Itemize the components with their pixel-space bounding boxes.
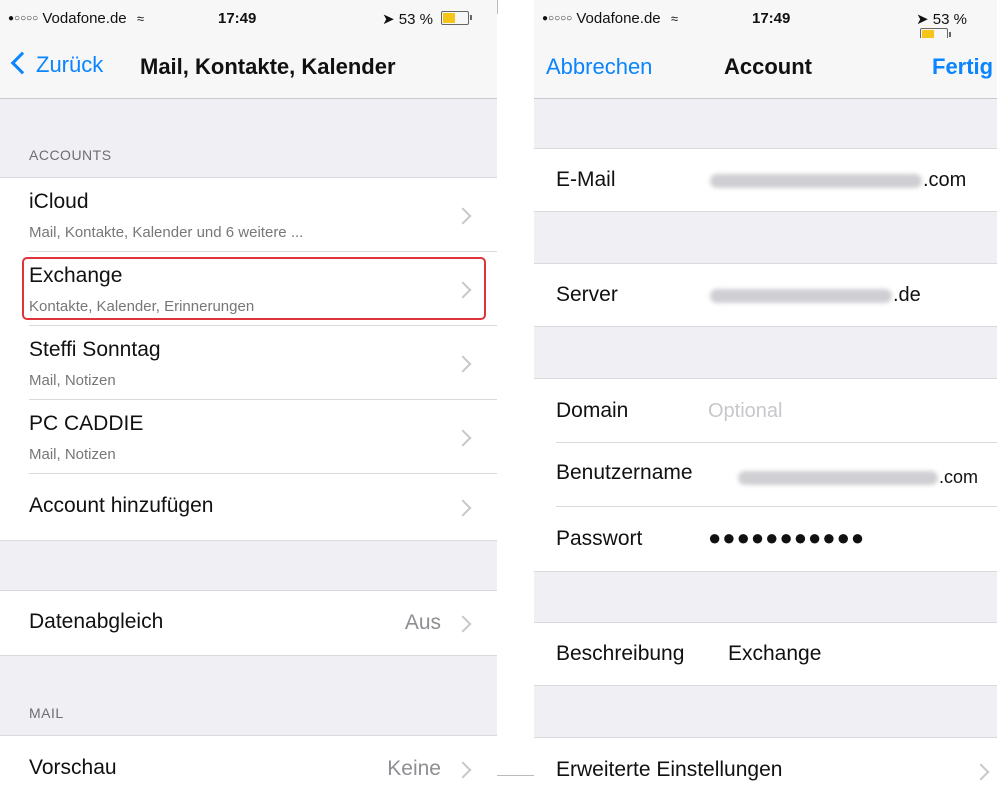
location-icon: ➤: [382, 11, 395, 28]
server-label: Server: [556, 283, 618, 306]
status-time: 17:49: [218, 10, 257, 27]
description-group: Beschreibung Exchange: [534, 622, 997, 686]
nav-bar: Zurück Mail, Kontakte, Kalender: [0, 38, 497, 99]
password-field: ●●●●●●●●●●●: [708, 525, 866, 550]
chevron-right-icon: [454, 355, 472, 373]
signal-icon: ●○○○○: [542, 13, 573, 24]
password-row[interactable]: Passwort ●●●●●●●●●●●: [534, 507, 997, 571]
description-label: Beschreibung: [556, 642, 685, 665]
account-screen: ●○○○○ Vodafone.de ≈ 17:49 ➤ 53 % Abbrech…: [534, 0, 997, 796]
fetch-label: Datenabgleich: [29, 610, 164, 633]
advanced-settings-label: Erweiterte Einstellungen: [556, 758, 783, 781]
account-title: PC CADDIE: [29, 412, 144, 435]
email-value-redacted: [710, 174, 922, 188]
battery-status: ➤ 53 %: [382, 10, 473, 28]
preview-value: Keine: [387, 757, 441, 780]
preview-row[interactable]: Vorschau Keine: [0, 736, 497, 796]
page-title: Account: [724, 54, 812, 79]
advanced-settings-row[interactable]: Erweiterte Einstellungen: [534, 738, 997, 796]
nav-bar: Abbrechen Account Fertig: [534, 38, 997, 99]
chevron-right-icon: [454, 429, 472, 447]
status-bar: ●○○○○ Vodafone.de ≈ 17:49 ➤ 53 %: [0, 0, 497, 38]
add-account-row[interactable]: Account hinzufügen: [0, 474, 497, 540]
email-group: E-Mail .com: [534, 148, 997, 212]
account-subtitle: Mail, Kontakte, Kalender und 6 weitere .…: [29, 224, 304, 241]
chevron-right-icon: [454, 615, 472, 633]
mail-group: Vorschau Keine: [0, 735, 497, 796]
server-group: Server .de: [534, 263, 997, 327]
signal-icon: ●○○○○: [8, 13, 39, 24]
carrier: ●○○○○ Vodafone.de ≈: [8, 10, 144, 27]
chevron-left-icon: [10, 51, 34, 75]
username-domain-suffix: .com: [939, 467, 979, 487]
battery-icon: [441, 11, 473, 25]
credentials-group: Domain Optional Benutzername .com Passwo…: [534, 378, 997, 572]
status-time: 17:49: [752, 10, 791, 27]
username-value-redacted: [738, 471, 938, 485]
carrier-name: Vodafone.de: [42, 10, 127, 27]
carrier: ●○○○○ Vodafone.de ≈: [542, 10, 678, 27]
server-row[interactable]: Server .de: [534, 264, 997, 326]
username-row[interactable]: Benutzername .com: [534, 443, 997, 507]
server-domain-suffix: .de: [893, 284, 921, 306]
add-account-label: Account hinzufügen: [29, 494, 214, 517]
accounts-list: iCloud Mail, Kontakte, Kalender und 6 we…: [0, 177, 497, 541]
exchange-highlight-frame: [22, 257, 486, 320]
account-subtitle: Mail, Notizen: [29, 372, 116, 389]
section-header-accounts: ACCOUNTS: [29, 147, 112, 163]
fetch-group: Datenabgleich Aus: [0, 590, 497, 656]
domain-row[interactable]: Domain Optional: [534, 379, 997, 443]
username-label: Benutzername: [556, 461, 693, 484]
section-header-mail: MAIL: [29, 705, 64, 721]
chevron-right-icon: [972, 763, 990, 781]
account-subtitle: Mail, Notizen: [29, 446, 116, 463]
password-label: Passwort: [556, 527, 643, 550]
description-value: Exchange: [728, 642, 822, 665]
fetch-value: Aus: [404, 611, 441, 634]
chevron-right-icon: [454, 207, 472, 225]
email-domain-suffix: .com: [923, 169, 967, 191]
location-icon: ➤: [916, 11, 929, 28]
account-title: iCloud: [29, 190, 89, 213]
gap: [497, 0, 534, 796]
preview-label: Vorschau: [29, 756, 117, 779]
back-button[interactable]: Zurück: [10, 51, 104, 78]
domain-input: Optional: [708, 400, 783, 422]
back-label: Zurück: [36, 52, 104, 77]
page-title: Mail, Kontakte, Kalender: [140, 54, 396, 79]
account-row-steffi-sonntag[interactable]: Steffi Sonntag Mail, Notizen: [0, 326, 497, 400]
done-button[interactable]: Fertig: [932, 54, 993, 80]
status-bar: ●○○○○ Vodafone.de ≈ 17:49 ➤ 53 %: [534, 0, 997, 42]
battery-percent: 53 %: [398, 11, 433, 28]
carrier-name: Vodafone.de: [576, 10, 661, 27]
advanced-group: Erweiterte Einstellungen: [534, 737, 997, 796]
account-row-pc-caddie[interactable]: PC CADDIE Mail, Notizen: [0, 400, 497, 474]
chevron-right-icon: [454, 499, 472, 517]
chevron-right-icon: [454, 761, 472, 779]
cancel-button[interactable]: Abbrechen: [546, 54, 652, 80]
account-title: Steffi Sonntag: [29, 338, 161, 361]
settings-screen: ●○○○○ Vodafone.de ≈ 17:49 ➤ 53 % Zurück …: [0, 0, 497, 796]
description-row[interactable]: Beschreibung Exchange: [534, 623, 997, 685]
wifi-icon: ≈: [136, 11, 144, 26]
account-row-icloud[interactable]: iCloud Mail, Kontakte, Kalender und 6 we…: [0, 178, 497, 252]
email-row[interactable]: E-Mail .com: [534, 149, 997, 211]
fetch-row[interactable]: Datenabgleich Aus: [0, 591, 497, 655]
domain-label: Domain: [556, 399, 629, 422]
wifi-icon: ≈: [670, 11, 678, 26]
battery-percent: 53 %: [932, 11, 967, 28]
server-value-redacted: [710, 289, 892, 303]
email-label: E-Mail: [556, 168, 616, 191]
